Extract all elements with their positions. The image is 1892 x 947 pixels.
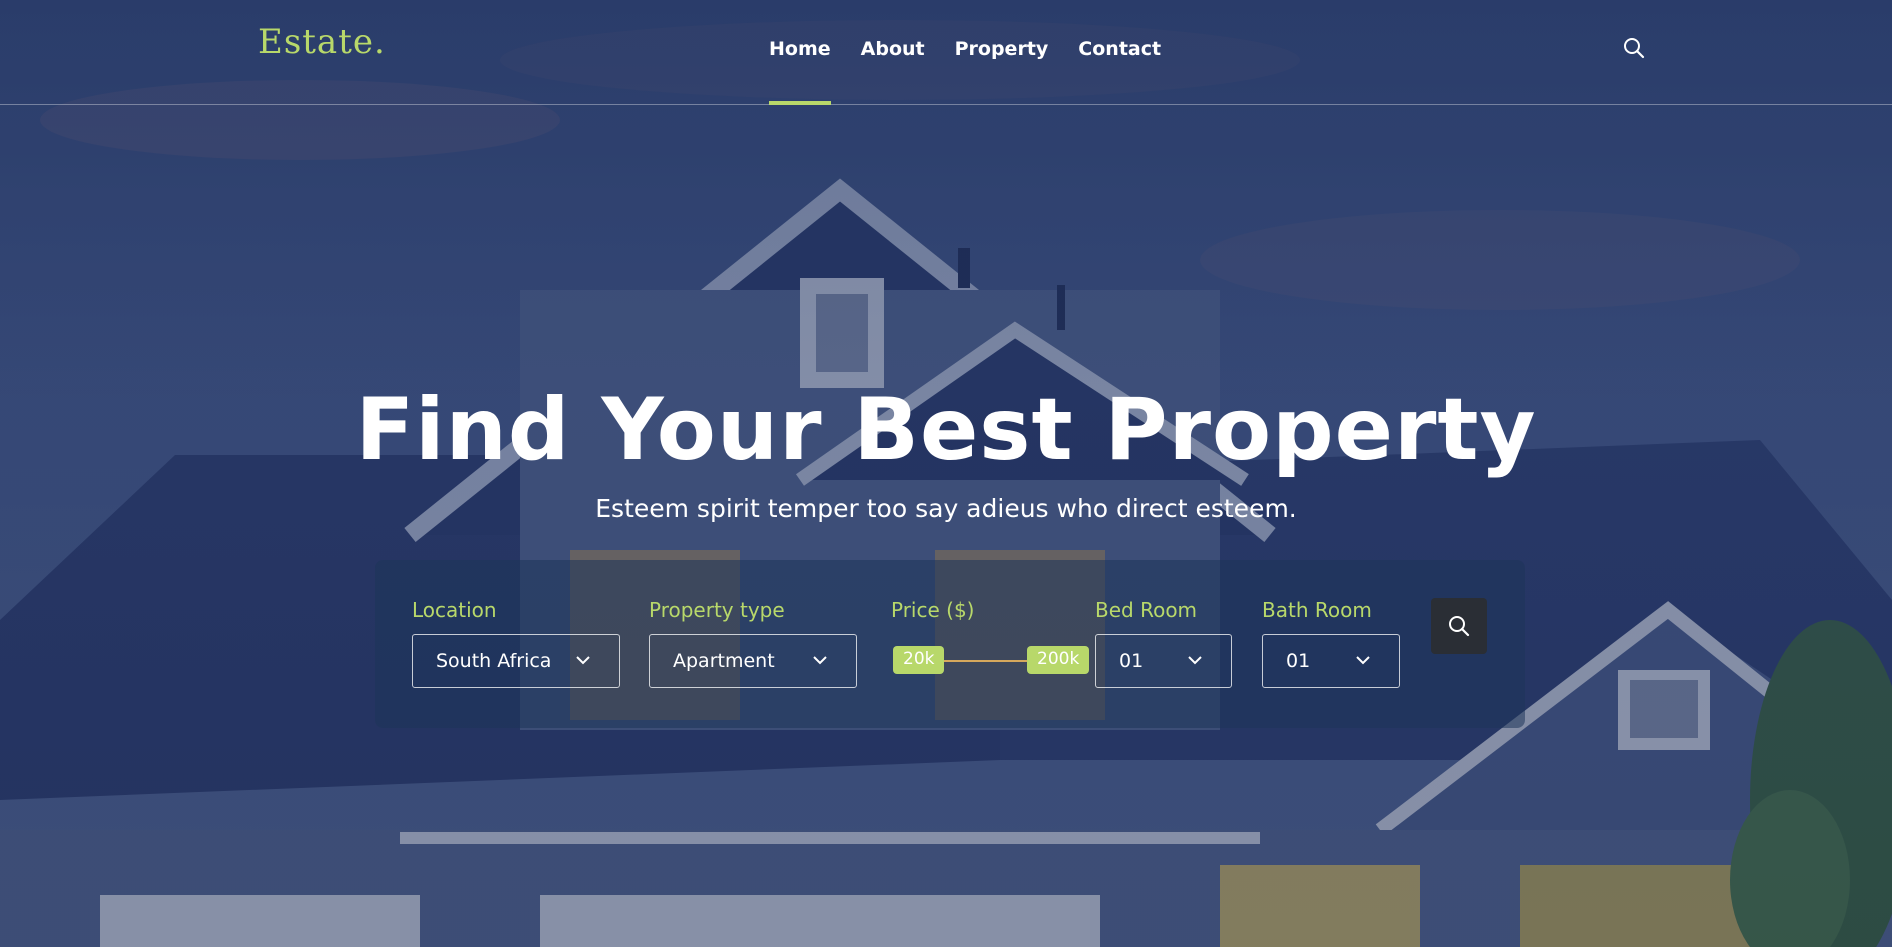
nav-item-about[interactable]: About [861, 38, 925, 60]
price-label: Price ($) [891, 598, 975, 622]
location-select[interactable]: South Africa [412, 634, 620, 688]
bed-room-select[interactable]: 01 [1095, 634, 1232, 688]
chevron-down-icon [813, 656, 827, 665]
price-min-handle[interactable]: 20k [893, 646, 945, 674]
property-search-form: Location South Africa Property type Apar… [375, 560, 1525, 728]
nav-item-contact[interactable]: Contact [1078, 38, 1161, 60]
location-value: South Africa [436, 650, 552, 672]
hero-title: Find Your Best Property [355, 380, 1537, 480]
location-label: Location [412, 598, 497, 622]
logo[interactable]: Estate. [258, 22, 386, 62]
bath-room-select[interactable]: 01 [1262, 634, 1400, 688]
site-header: Estate. Home About Property Contact [0, 0, 1892, 105]
bath-room-field: Bath Room 01 [1262, 598, 1400, 688]
search-submit-button[interactable] [1431, 598, 1487, 654]
chevron-down-icon [1188, 656, 1202, 665]
bed-room-value: 01 [1119, 650, 1144, 672]
search-icon [1449, 616, 1470, 637]
main-nav: Home About Property Contact [769, 38, 1161, 105]
property-type-value: Apartment [673, 650, 775, 672]
property-type-field: Property type Apartment [649, 598, 857, 688]
chevron-down-icon [1356, 656, 1370, 665]
bath-room-label: Bath Room [1262, 598, 1372, 622]
bed-room-label: Bed Room [1095, 598, 1198, 622]
property-type-label: Property type [649, 598, 785, 622]
chevron-down-icon [576, 656, 590, 665]
price-field: Price ($) [891, 598, 974, 634]
bath-room-value: 01 [1286, 650, 1311, 672]
hero-subtitle: Esteem spirit temper too say adieus who … [595, 494, 1297, 523]
price-max-handle[interactable]: 200k [1027, 646, 1090, 674]
nav-item-home[interactable]: Home [769, 38, 831, 105]
search-icon[interactable] [1622, 36, 1646, 60]
nav-item-property[interactable]: Property [955, 38, 1049, 60]
bed-room-field: Bed Room 01 [1095, 598, 1232, 688]
property-type-select[interactable]: Apartment [649, 634, 857, 688]
location-field: Location South Africa [412, 598, 620, 688]
